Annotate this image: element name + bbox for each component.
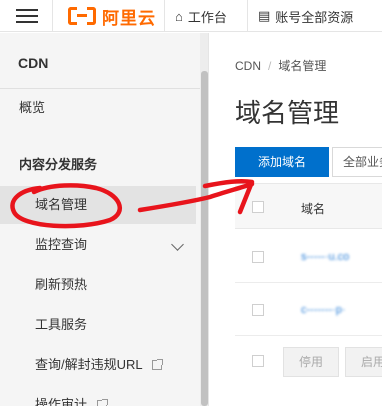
- chevron-down-icon: [171, 238, 184, 251]
- sidebar-item-label: 操作审计: [35, 397, 88, 406]
- sidebar-item-monitoring[interactable]: 监控查询: [0, 226, 196, 264]
- table-row: c-------·p·: [235, 284, 382, 336]
- top-bar: 阿里云 ⌂ 工作台 ▤ 账号全部资源: [0, 0, 382, 32]
- column-header-domain: 域名: [301, 202, 326, 216]
- domain-link[interactable]: s-----·u.co: [301, 251, 349, 263]
- breadcrumb-current: 域名管理: [278, 59, 327, 73]
- divider: [164, 0, 165, 32]
- aliyun-logo-icon: [68, 7, 96, 25]
- resources-selector[interactable]: ▤ 账号全部资源: [258, 0, 353, 32]
- menu-icon[interactable]: [16, 6, 38, 26]
- row-checkbox[interactable]: [252, 251, 264, 263]
- logo-text: 阿里云: [102, 8, 156, 28]
- sidebar: CDN 概览 内容分发服务 域名管理 监控查询 刷新预热 工具服务 查询/解封违…: [0, 33, 209, 406]
- sidebar-title: CDN: [18, 55, 49, 71]
- workbench-button[interactable]: ⌂ 工作台: [175, 0, 227, 32]
- resources-label: 账号全部资源: [275, 9, 354, 25]
- sidebar-item-label: 查询/解封违规URL: [35, 357, 143, 372]
- select-all-checkbox[interactable]: [252, 201, 264, 213]
- home-icon: ⌂: [175, 8, 183, 24]
- sidebar-item-overview[interactable]: 概览: [0, 89, 196, 127]
- external-link-icon: [96, 399, 108, 406]
- divider: [247, 0, 248, 32]
- page-title: 域名管理: [235, 98, 340, 128]
- breadcrumb: CDN / 域名管理: [235, 57, 326, 74]
- scrollbar-thumb[interactable]: [201, 71, 208, 406]
- workbench-label: 工作台: [187, 9, 227, 25]
- enable-button[interactable]: 启用: [345, 347, 382, 377]
- aliyun-logo[interactable]: 阿里云: [68, 5, 156, 28]
- table-row: s-----·u.co: [235, 231, 382, 283]
- main-content: CDN / 域名管理 域名管理 添加域名 全部业务 域名 s-----·u.co c…: [210, 33, 382, 406]
- sidebar-item-refresh-prefetch[interactable]: 刷新预热: [0, 266, 196, 304]
- business-filter-select[interactable]: 全部业务: [332, 147, 382, 177]
- disable-button[interactable]: 停用: [283, 347, 339, 377]
- resource-icon: ▤: [258, 8, 271, 23]
- sidebar-item-violation-url[interactable]: 查询/解封违规URL: [0, 346, 196, 384]
- breadcrumb-separator: /: [268, 59, 272, 73]
- table-footer: 停用 启用: [235, 339, 382, 383]
- sidebar-item-label: 监控查询: [35, 237, 88, 252]
- table-header: 域名: [235, 183, 382, 229]
- divider: [52, 0, 53, 32]
- footer-checkbox[interactable]: [252, 355, 264, 367]
- sidebar-group-content-delivery[interactable]: 内容分发服务: [0, 146, 196, 184]
- breadcrumb-cdn[interactable]: CDN: [235, 59, 261, 73]
- sidebar-item-tools[interactable]: 工具服务: [0, 306, 196, 344]
- sidebar-scrollbar[interactable]: [200, 33, 208, 406]
- external-link-icon: [151, 359, 163, 370]
- sidebar-item-audit[interactable]: 操作审计: [0, 386, 196, 406]
- sidebar-item-domain-management[interactable]: 域名管理: [0, 186, 196, 224]
- row-checkbox[interactable]: [252, 304, 264, 316]
- add-domain-button[interactable]: 添加域名: [235, 147, 329, 177]
- domain-link[interactable]: c-------·p·: [301, 304, 346, 316]
